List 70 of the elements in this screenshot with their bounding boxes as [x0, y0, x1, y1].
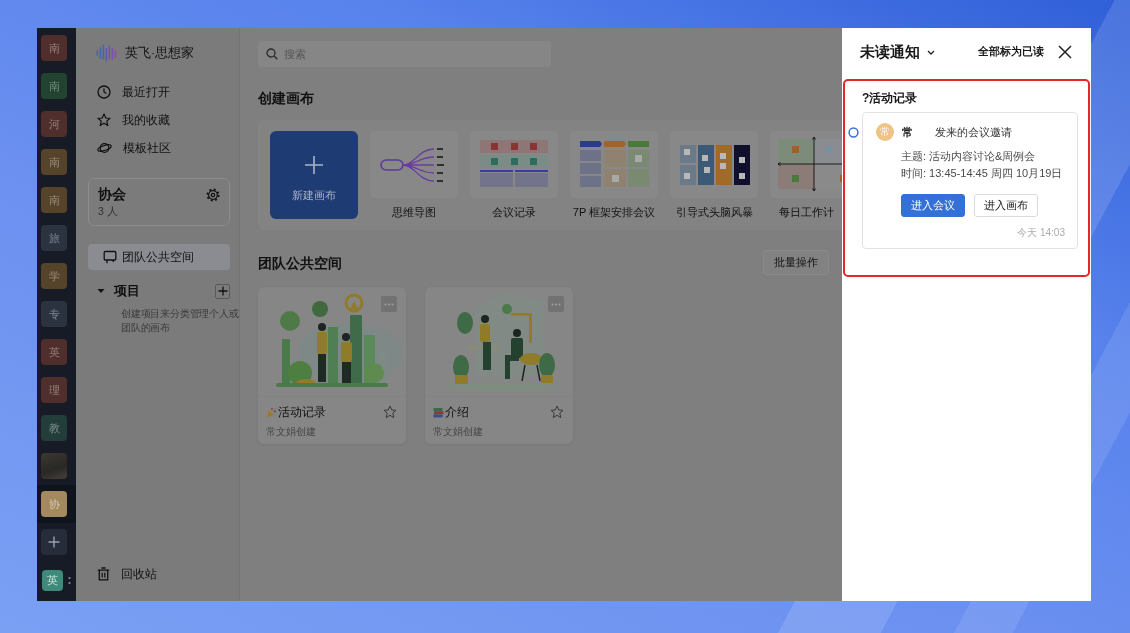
books-icon [433, 406, 444, 418]
timestamp: 今天 14:03 [1017, 227, 1065, 239]
caret-icon[interactable] [97, 287, 105, 295]
planet-icon [97, 141, 112, 155]
workspace-tile[interactable]: 南 [41, 35, 67, 61]
star-icon [97, 113, 111, 127]
template-item[interactable]: 思维导图 [370, 131, 458, 230]
favorite-button[interactable] [383, 405, 397, 419]
workspace-tile[interactable]: 南 [41, 73, 67, 99]
add-workspace-button[interactable] [41, 529, 67, 555]
template-item[interactable]: 会议记录 [470, 131, 558, 230]
sender-name: 常 [902, 124, 913, 140]
batch-actions-button[interactable]: 批量操作 [763, 250, 829, 275]
team-name: 协会 [98, 186, 126, 204]
plus-icon [217, 286, 228, 296]
close-button[interactable] [1058, 45, 1072, 59]
board-title: 介绍 [445, 403, 469, 421]
message-text: 发来的会议邀请 [935, 124, 1012, 140]
more-icon [384, 302, 394, 306]
more-icon[interactable] [68, 576, 71, 585]
workspace-tile[interactable]: 专 [41, 301, 67, 327]
workspace-tile[interactable]: 英 [41, 339, 67, 365]
workspace-tile[interactable]: 旅 [41, 225, 67, 251]
chevron-down-icon [927, 49, 935, 55]
sender-avatar: 常 [876, 123, 894, 141]
meeting-topic: 主题: 活动内容讨论&周例会 [901, 149, 1037, 164]
add-project-button[interactable] [215, 283, 230, 299]
nav-item[interactable]: 我的收藏 [88, 106, 230, 134]
space-item[interactable]: 团队公共空间 [88, 244, 230, 270]
workspace-tile[interactable]: 教 [41, 415, 67, 441]
app-name: 英飞·思想家 [125, 44, 195, 62]
close-icon [1058, 45, 1072, 59]
search-icon [266, 48, 278, 60]
whiteboard-icon [103, 250, 117, 264]
nav-item[interactable]: 模板社区 [88, 134, 230, 162]
title-dropdown[interactable]: 未读通知 [860, 42, 935, 62]
workspace-tile[interactable]: 理 [41, 377, 67, 403]
team-card[interactable]: 协会 3 人 [88, 178, 230, 226]
meeting-time: 时间: 13:45-14:45 周四 10月19日 [901, 166, 1064, 181]
workspace-tile[interactable]: 学 [41, 263, 67, 289]
template-item[interactable]: 7P 框架安排会议 [570, 131, 658, 230]
nav-item[interactable]: 最近打开 [88, 78, 230, 106]
new-canvas-button[interactable]: 新建画布 [270, 131, 358, 219]
favorite-button[interactable] [550, 405, 564, 419]
plus-icon [48, 536, 60, 548]
member-count: 3 人 [98, 205, 119, 219]
template-item[interactable]: 引导式头脑风暴 [670, 131, 758, 230]
open-canvas-button[interactable]: 进入画布 [974, 194, 1038, 217]
template-item[interactable]: 每日工作计 [770, 131, 842, 230]
workspace-tile[interactable]: 南 [41, 149, 67, 175]
workspace-tile[interactable]: 南 [41, 187, 67, 213]
trash-item[interactable]: 回收站 [88, 560, 230, 588]
more-icon [551, 302, 561, 306]
join-meeting-button[interactable]: 进入会议 [901, 194, 965, 217]
workspace-tile[interactable]: 河 [41, 111, 67, 137]
mark-all-read-link[interactable]: 全部标为已读 [978, 45, 1044, 59]
user-avatar[interactable]: 英 [42, 570, 63, 591]
logo-icon [96, 44, 118, 62]
star-icon [550, 405, 564, 419]
section-heading: 创建画布 [258, 89, 315, 108]
section-heading: 团队公共空间 [258, 253, 342, 273]
section-title: 项目 [114, 282, 140, 300]
settings-icon[interactable] [206, 188, 220, 202]
trash-icon [97, 567, 110, 581]
plus-icon [304, 155, 324, 175]
star-icon [383, 405, 397, 419]
party-popper-icon [266, 406, 277, 418]
group-title: ?活动记录 [862, 90, 919, 106]
clock-icon [97, 85, 111, 99]
board-title: 活动记录 [278, 403, 326, 421]
